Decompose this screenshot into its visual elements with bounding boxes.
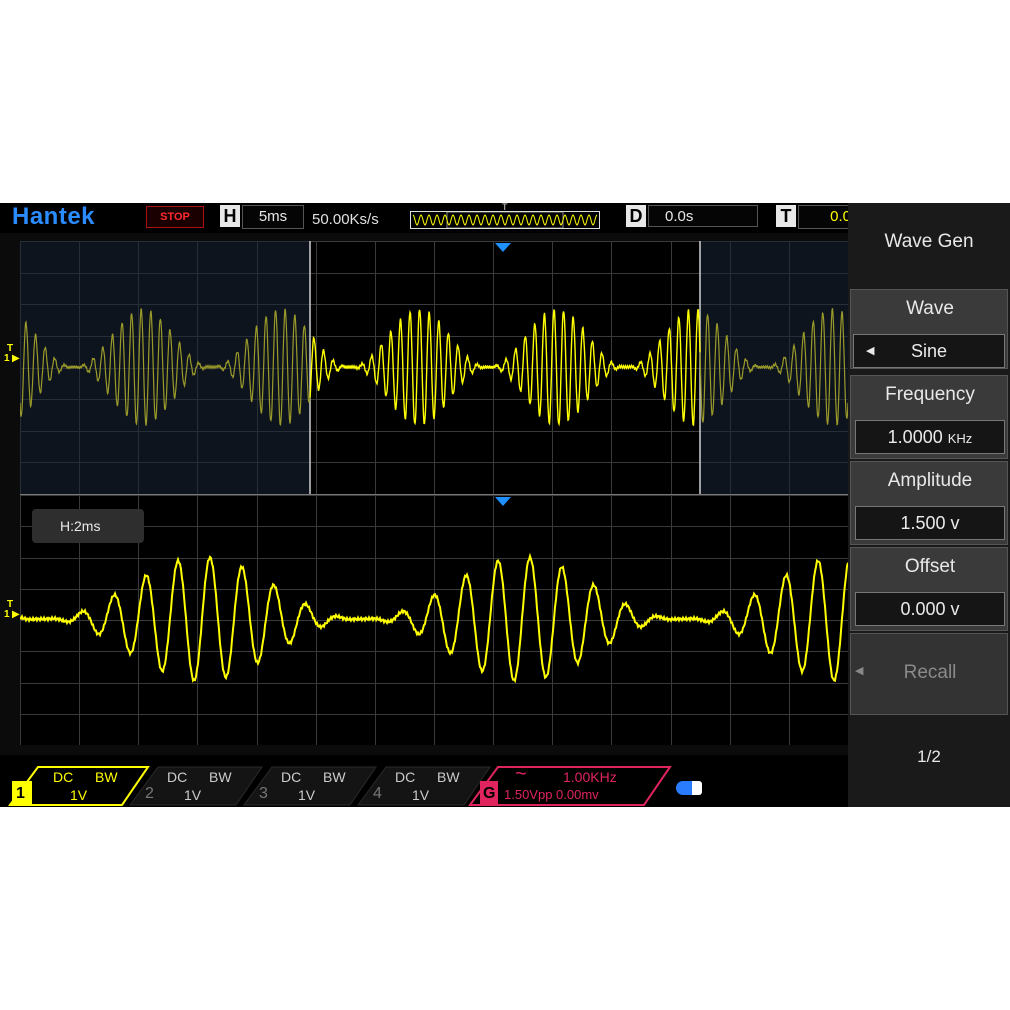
sine-wave-icon: ~	[515, 763, 527, 785]
main-shade-right	[700, 241, 848, 494]
memory-overview[interactable]	[410, 211, 600, 229]
status-bar: Hantek STOP H 5ms 50.00Ks/s T D 0.0s T 0…	[0, 202, 852, 233]
delay-value[interactable]: 0.0s	[648, 205, 758, 227]
channel-2-bandwidth: BW	[209, 769, 232, 785]
generator-tag: G	[483, 785, 496, 802]
trigger-tag: T	[776, 205, 796, 227]
channel-3-scale: 1V	[298, 787, 316, 803]
zoom-waveform-plot[interactable]	[20, 495, 848, 745]
wave-value[interactable]: ◀ Sine	[853, 334, 1005, 368]
channel-3-number: 3	[259, 785, 268, 802]
trigger-position-marker: T	[502, 202, 508, 212]
channel-4-scale: 1V	[412, 787, 430, 803]
recall-label: Recall	[903, 662, 957, 683]
ground-arrow-icon: ▶	[12, 609, 20, 620]
main-trace-inside	[309, 309, 701, 427]
channel-1-scale: 1V	[70, 787, 88, 803]
channel-1-number: 1	[16, 785, 25, 802]
zoom-plot-grid	[20, 495, 848, 745]
run-stop-indicator[interactable]: STOP	[146, 206, 204, 228]
zoom-trigger-position-icon[interactable]	[495, 497, 511, 506]
frequency-menu-item[interactable]: Frequency 1.0000 KHz	[850, 375, 1008, 459]
memory-overview-wave	[412, 211, 598, 229]
generator-frequency: 1.00KHz	[563, 769, 617, 785]
channel-1-marker-zoom[interactable]: T 1 ▶	[4, 599, 20, 629]
amplitude-menu-item[interactable]: Amplitude 1.500 v	[850, 461, 1008, 545]
menu-page-indicator[interactable]: 1/2	[848, 747, 1010, 767]
offset-label: Offset	[904, 556, 956, 577]
wave-value-text: Sine	[910, 341, 948, 361]
sample-rate: 50.00Ks/s	[312, 211, 379, 228]
generator-amplitude-offset: 1.50Vpp 0.00mv	[504, 787, 599, 802]
frequency-value-unit: KHz	[947, 431, 973, 446]
usb-connection-icon-plug	[692, 781, 702, 795]
amplitude-label: Amplitude	[887, 470, 973, 491]
timebase-value[interactable]: 5ms	[242, 205, 304, 229]
arrow-left-icon: ◀	[866, 345, 875, 357]
channel-1-marker-main[interactable]: T 1 ▶	[4, 343, 20, 373]
channel-number-marker: 1	[4, 609, 10, 620]
brand-logo: Hantek	[12, 203, 96, 230]
zoom-plot-canvas	[20, 495, 848, 745]
frequency-label: Frequency	[885, 384, 975, 405]
main-plot-canvas	[20, 241, 848, 494]
channel-3-coupling: DC	[281, 769, 302, 785]
amplitude-value[interactable]: 1.500 v	[855, 506, 1005, 540]
channel-status-bar: 1 DC BW 1V 2 DC BW 1V 3 DC BW 1V 4 DC BW…	[0, 755, 848, 807]
channel-4-coupling: DC	[395, 769, 416, 785]
oscilloscope-screen: Hantek STOP H 5ms 50.00Ks/s T D 0.0s T 0…	[0, 202, 1010, 807]
channel-3-bandwidth: BW	[323, 769, 346, 785]
frequency-value[interactable]: 1.0000 KHz	[855, 420, 1005, 454]
main-waveform-plot[interactable]	[20, 241, 848, 494]
wave-menu-item[interactable]: Wave ◀ Sine	[850, 289, 1008, 369]
channel-2-scale: 1V	[184, 787, 202, 803]
wave-gen-menu: Wave Gen Wave ◀ Sine Frequency 1.0000 KH…	[848, 203, 1010, 807]
channel-2-number: 2	[145, 785, 154, 802]
zoom-timebase-label: H:2ms	[32, 509, 144, 543]
channel-number-marker: 1	[4, 353, 10, 364]
usb-connection-icon	[676, 781, 692, 795]
offset-menu-item[interactable]: Offset 0.000 v	[850, 547, 1008, 631]
menu-title: Wave Gen	[884, 231, 974, 252]
main-shade-left	[20, 241, 310, 494]
wave-label: Wave	[906, 298, 954, 319]
channel-1-bandwidth: BW	[95, 769, 118, 785]
channel-2-coupling: DC	[167, 769, 188, 785]
recall-menu-item[interactable]: ◀ Recall	[850, 633, 1008, 715]
delay-tag: D	[626, 205, 646, 227]
offset-value[interactable]: 0.000 v	[855, 592, 1005, 626]
trigger-position-icon[interactable]	[495, 243, 511, 252]
channel-1-coupling: DC	[53, 769, 74, 785]
ground-arrow-icon: ▶	[12, 353, 20, 364]
horizontal-tag: H	[220, 205, 240, 227]
frequency-value-number: 1.0000	[887, 427, 943, 447]
channel-4-number: 4	[373, 785, 382, 802]
trigger-level-value[interactable]: 0.0	[798, 205, 852, 229]
channel-4-bandwidth: BW	[437, 769, 460, 785]
